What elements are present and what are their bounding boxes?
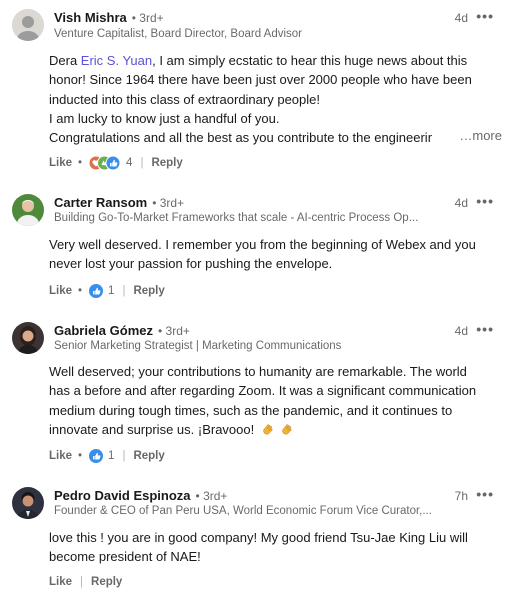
- mention-link[interactable]: Eric S. Yuan: [81, 53, 152, 68]
- avatar[interactable]: [12, 487, 44, 519]
- reaction-icons: [88, 155, 121, 171]
- more-options-icon[interactable]: •••: [476, 193, 494, 209]
- like-button[interactable]: Like: [49, 576, 72, 588]
- more-options-icon[interactable]: •••: [476, 321, 494, 337]
- comment-text: love this ! you are in good company! My …: [49, 530, 468, 565]
- like-icon: [89, 449, 104, 463]
- reactions-summary[interactable]: 1: [88, 448, 114, 464]
- divider: |: [140, 157, 144, 169]
- comment-timestamp: 4d: [454, 324, 468, 338]
- reaction-count: 1: [108, 285, 115, 297]
- reaction-count: 4: [126, 157, 133, 169]
- comment-timestamp: 4d: [454, 11, 468, 25]
- avatar[interactable]: [12, 194, 44, 226]
- reply-button[interactable]: Reply: [133, 450, 164, 462]
- reactions-summary[interactable]: 4: [88, 155, 132, 171]
- divider: |: [80, 576, 84, 588]
- like-button[interactable]: Like: [49, 285, 72, 297]
- connection-degree: • 3rd+: [131, 11, 164, 25]
- like-button[interactable]: Like: [49, 450, 72, 462]
- comment-text: Very well deserved. I remember you from …: [49, 237, 476, 272]
- reply-button[interactable]: Reply: [133, 285, 164, 297]
- avatar[interactable]: [12, 322, 44, 354]
- clapping-hands-icon: [263, 424, 273, 435]
- separator-dot: •: [78, 285, 83, 297]
- more-options-icon[interactable]: •••: [476, 486, 494, 502]
- commenter-headline: Venture Capitalist, Board Director, Boar…: [54, 28, 303, 40]
- more-options-icon[interactable]: •••: [476, 8, 494, 24]
- commenter-headline: Founder & CEO of Pan Peru USA, World Eco…: [54, 505, 432, 517]
- commenter-headline: Senior Marketing Strategist | Marketing …: [54, 340, 342, 352]
- connection-degree: • 3rd+: [195, 489, 228, 503]
- commenter-name[interactable]: Pedro David Espinoza: [54, 488, 191, 503]
- commenter-headline: Building Go-To-Market Frameworks that sc…: [54, 212, 419, 224]
- reply-button[interactable]: Reply: [151, 157, 182, 169]
- reply-button[interactable]: Reply: [91, 576, 122, 588]
- separator-dot: •: [78, 450, 83, 462]
- connection-degree: • 3rd+: [152, 196, 185, 210]
- reaction-count: 1: [108, 450, 115, 462]
- like-button[interactable]: Like: [49, 157, 72, 169]
- like-icon: [89, 284, 104, 298]
- divider: |: [122, 450, 126, 462]
- avatar[interactable]: [12, 9, 44, 41]
- comment-text: Well deserved; your contributions to hum…: [49, 364, 477, 437]
- divider: |: [122, 285, 126, 297]
- reactions-summary[interactable]: 1: [88, 283, 114, 299]
- comment-timestamp: 7h: [454, 489, 468, 503]
- connection-degree: • 3rd+: [157, 324, 190, 338]
- see-more-button[interactable]: …more: [459, 128, 502, 143]
- clapping-hands-icon: [282, 424, 293, 435]
- comment-timestamp: 4d: [454, 196, 468, 210]
- separator-dot: •: [78, 157, 83, 169]
- commenter-name[interactable]: Carter Ransom: [54, 195, 147, 210]
- commenter-name[interactable]: Vish Mishra: [54, 10, 127, 25]
- commenter-name[interactable]: Gabriela Gómez: [54, 323, 153, 338]
- comment-text: Dera Eric S. Yuan, I am simply ecstatic …: [49, 53, 472, 146]
